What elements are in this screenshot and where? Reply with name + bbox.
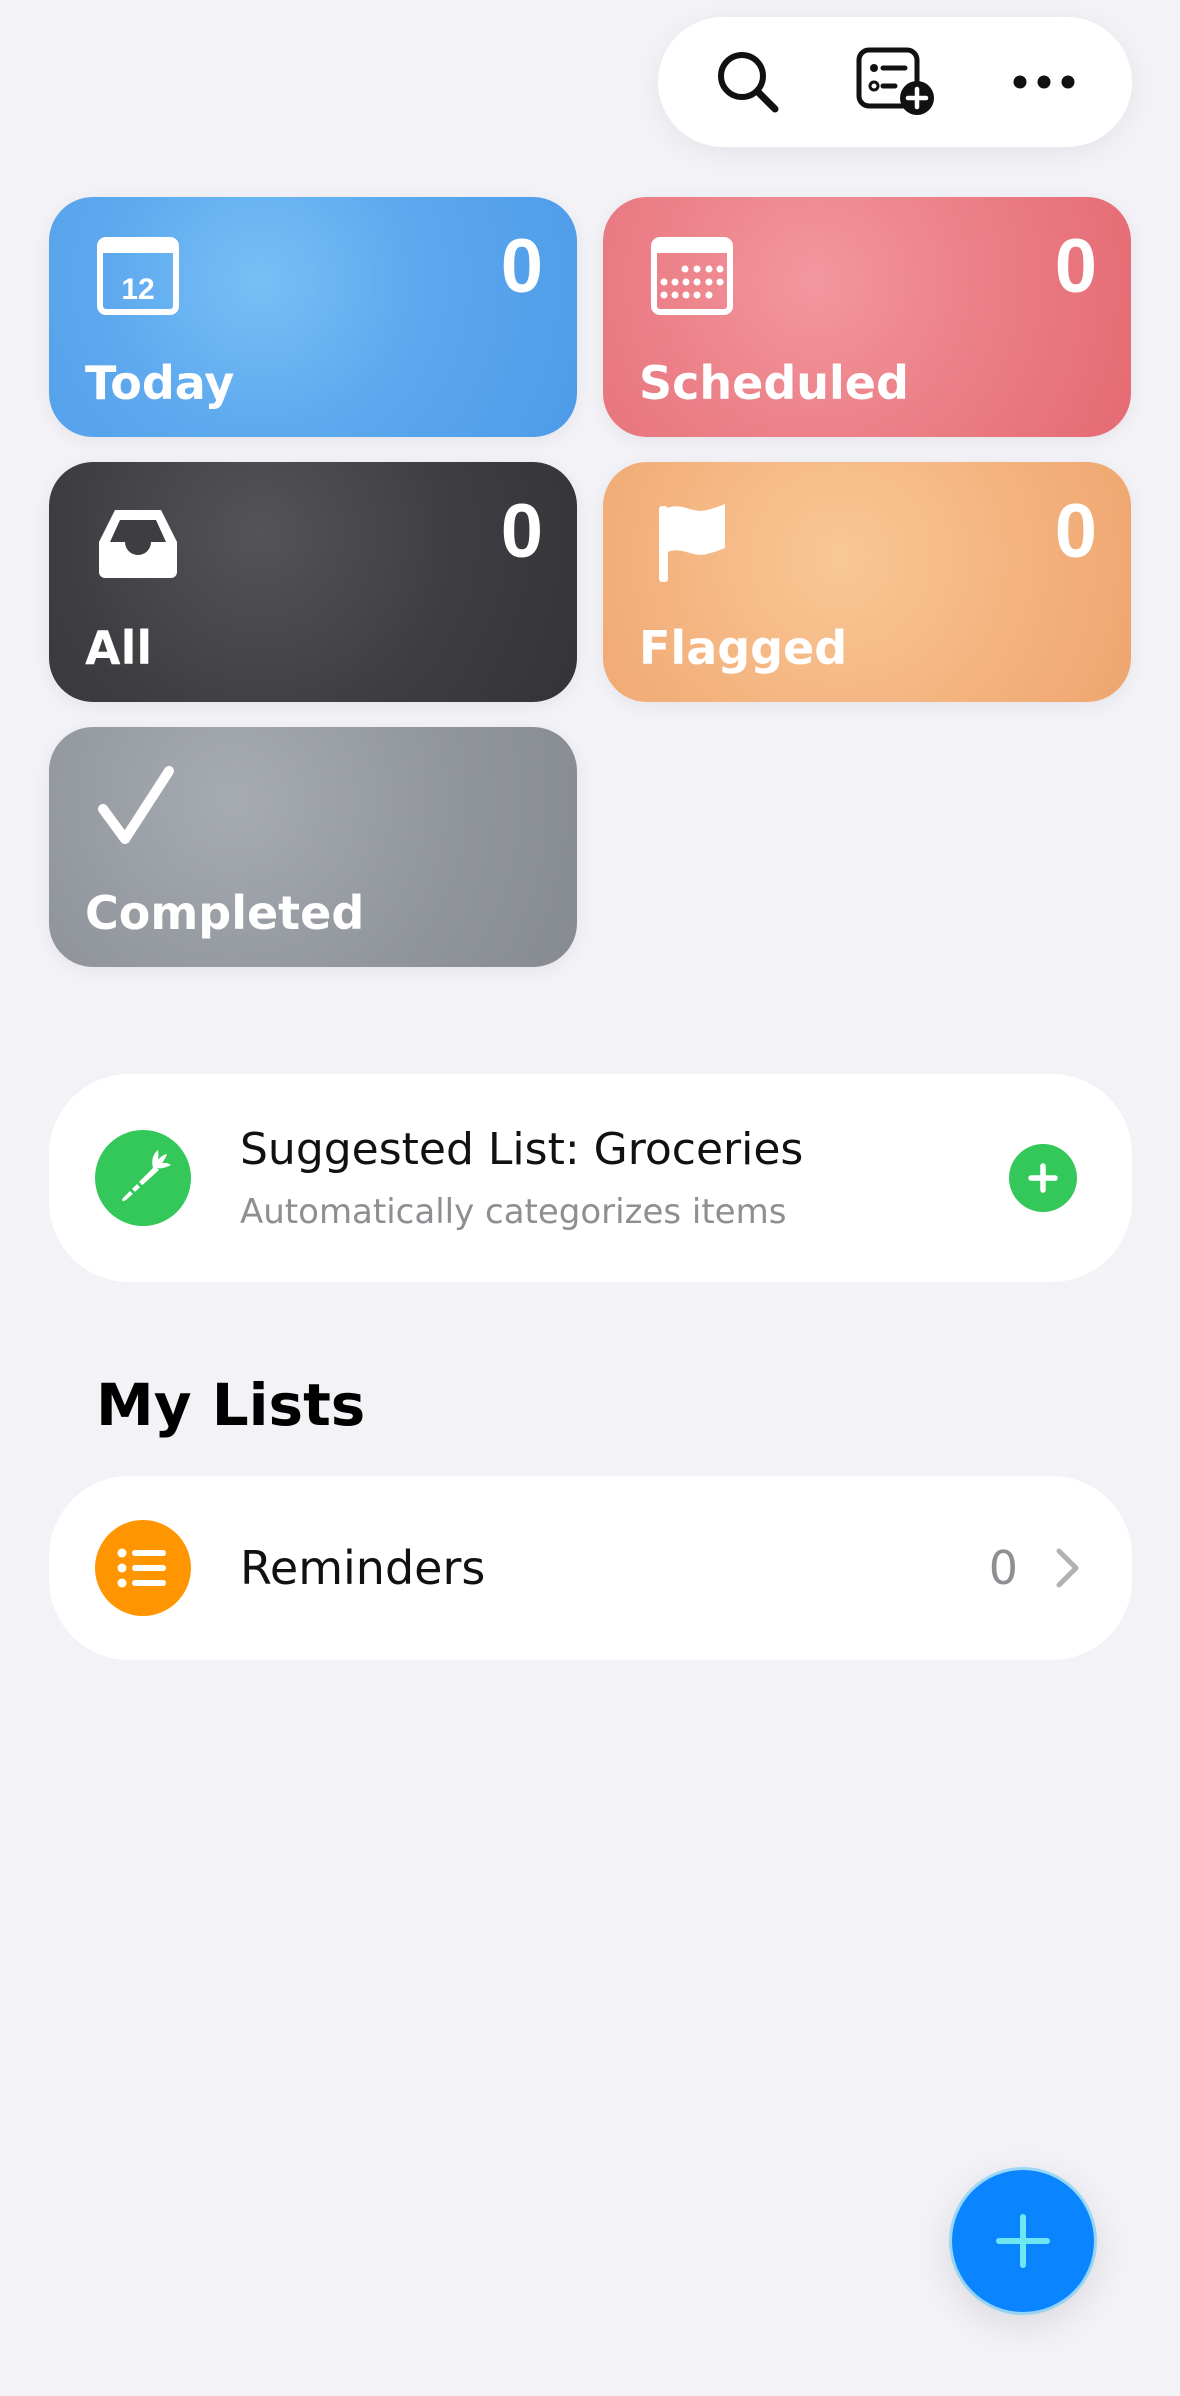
today-count: 0 (500, 224, 543, 309)
suggested-list-card[interactable]: Suggested List: Groceries Automatically … (49, 1074, 1132, 1282)
scheduled-label: Scheduled (639, 356, 909, 410)
checkmark-icon (98, 766, 174, 844)
list-item-count: 0 (988, 1541, 1018, 1595)
all-label: All (85, 621, 153, 675)
chevron-right-icon (1056, 1548, 1079, 1588)
suggested-list-icon-badge (95, 1130, 191, 1226)
flagged-count: 0 (1054, 489, 1097, 574)
all-count: 0 (500, 489, 543, 574)
add-suggested-list-button[interactable] (1009, 1144, 1077, 1212)
search-icon (718, 52, 779, 113)
smart-list-scheduled[interactable]: 0 Scheduled (603, 197, 1131, 437)
completed-label: Completed (85, 886, 365, 940)
list-icon-badge (95, 1520, 191, 1616)
smart-list-all[interactable]: 0 All (49, 462, 577, 702)
list-item-reminders[interactable]: Reminders 0 (49, 1476, 1132, 1660)
flagged-label: Flagged (639, 621, 848, 675)
add-list-icon (856, 47, 934, 115)
plus-icon (1028, 1163, 1058, 1193)
add-list-button[interactable] (826, 17, 966, 147)
list-bullet-icon (117, 1548, 166, 1588)
scheduled-count: 0 (1054, 224, 1097, 309)
tray-icon (99, 510, 177, 578)
top-toolbar (658, 17, 1132, 147)
calendar-grid-icon (651, 237, 733, 315)
carrot-icon (122, 1150, 171, 1202)
today-label: Today (85, 356, 235, 410)
smart-list-today[interactable]: 12 0 Today (49, 197, 577, 437)
more-button[interactable] (974, 17, 1114, 147)
smart-list-flagged[interactable]: 0 Flagged (603, 462, 1131, 702)
list-item-label: Reminders (240, 1541, 486, 1595)
suggested-list-title: Suggested List: Groceries (240, 1124, 804, 1175)
suggested-list-subtitle: Automatically categorizes items (240, 1192, 787, 1232)
search-button[interactable] (678, 17, 818, 147)
add-reminder-button[interactable] (952, 2170, 1094, 2312)
my-lists-heading: My Lists (96, 1371, 366, 1439)
calendar-today-icon: 12 (97, 237, 179, 315)
flag-icon (659, 504, 725, 582)
plus-icon (996, 2214, 1050, 2268)
more-icon (1013, 75, 1075, 89)
smart-list-completed[interactable]: Completed (49, 727, 577, 967)
calendar-day-number: 12 (121, 273, 154, 306)
